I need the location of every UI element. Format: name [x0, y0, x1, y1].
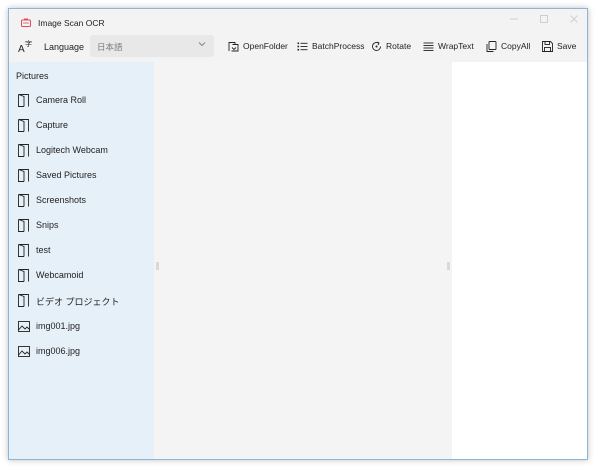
svg-text:字: 字 [25, 39, 32, 48]
sidebar-item-label: ビデオ プロジェクト [36, 297, 120, 307]
folder-open-icon [228, 41, 239, 51]
app-window: Image Scan OCR A 字 Language 日本語 OpenFold… [8, 8, 588, 460]
folder-icon [18, 168, 29, 182]
sidebar-item-label: Logitech Webcam [36, 145, 108, 155]
sidebar-item-label: Camera Roll [36, 95, 87, 105]
sidebar-item-saved-pictures[interactable]: Saved Pictures [9, 163, 154, 187]
list-icon [297, 42, 308, 50]
chevron-down-icon [198, 42, 206, 47]
close-button[interactable] [559, 9, 587, 29]
sidebar-item-label: img001.jpg [36, 321, 81, 331]
language-label: Language [44, 42, 85, 52]
folder-icon [18, 93, 29, 107]
sidebar-item-label: Snips [36, 220, 59, 230]
copy-all-label: CopyAll [501, 41, 531, 51]
toolbar: A 字 Language 日本語 OpenFolder BatchProcess [9, 35, 587, 62]
rotate-button[interactable]: Rotate [371, 37, 411, 55]
app-icon [21, 18, 31, 27]
sidebar-item-webcamoid[interactable]: Webcamoid [9, 263, 154, 287]
language-select[interactable]: 日本語 [90, 35, 214, 57]
sidebar-item-screenshots[interactable]: Screenshots [9, 188, 154, 212]
save-icon [542, 40, 553, 52]
rotate-icon [372, 41, 381, 51]
sidebar-item-label: img006.jpg [36, 346, 81, 356]
batch-process-label: BatchProcess [312, 41, 365, 51]
folder-icon [18, 243, 29, 257]
sidebar-item-img006[interactable]: img006.jpg [9, 339, 154, 363]
language-select-value: 日本語 [97, 42, 123, 52]
folder-icon [18, 218, 29, 232]
sidebar-item-video-project[interactable]: ビデオ プロジェクト [9, 288, 154, 312]
ocr-result-pane[interactable] [452, 62, 587, 459]
folder-icon [18, 293, 29, 307]
wrap-text-button[interactable]: WrapText [423, 37, 474, 55]
left-splitter-handle[interactable] [156, 262, 159, 270]
svg-text:A: A [18, 44, 25, 54]
maximize-button[interactable] [529, 9, 559, 29]
close-icon [570, 15, 578, 23]
folder-icon [18, 193, 29, 207]
maximize-icon [540, 15, 548, 23]
sidebar-item-logitech-webcam[interactable]: Logitech Webcam [9, 138, 154, 162]
save-label: Save [557, 41, 577, 51]
wrap-text-icon [423, 42, 434, 51]
file-tree-sidebar: Pictures Camera Roll Capture Logitech We… [9, 62, 154, 459]
image-icon [18, 320, 30, 332]
sidebar-item-img001[interactable]: img001.jpg [9, 314, 154, 338]
open-folder-button[interactable]: OpenFolder [228, 37, 288, 55]
sidebar-item-test[interactable]: test [9, 238, 154, 262]
sidebar-item-capture[interactable]: Capture [9, 113, 154, 137]
copy-all-button[interactable]: CopyAll [486, 37, 530, 55]
sidebar-item-label: Capture [36, 120, 69, 130]
sidebar-item-snips[interactable]: Snips [9, 213, 154, 237]
minimize-icon [510, 18, 518, 20]
folder-icon [18, 268, 29, 282]
image-preview-pane [154, 62, 452, 459]
folder-icon [18, 143, 29, 157]
minimize-button[interactable] [499, 9, 529, 29]
image-icon [18, 345, 30, 357]
right-splitter-handle[interactable] [447, 262, 450, 270]
sidebar-header: Pictures [16, 71, 49, 81]
language-icon: A 字 [18, 39, 32, 54]
sidebar-item-label: Screenshots [36, 195, 87, 205]
title-bar[interactable]: Image Scan OCR [9, 9, 587, 35]
wrap-text-label: WrapText [438, 41, 474, 51]
copy-icon [486, 40, 497, 52]
sidebar-item-label: Webcamoid [36, 270, 84, 280]
open-folder-label: OpenFolder [243, 41, 288, 51]
sidebar-item-camera-roll[interactable]: Camera Roll [9, 88, 154, 112]
sidebar-item-label: Saved Pictures [36, 170, 97, 180]
save-button[interactable]: Save [542, 37, 576, 55]
folder-icon [18, 118, 29, 132]
window-title: Image Scan OCR [38, 18, 105, 28]
rotate-label: Rotate [386, 41, 412, 51]
batch-process-button[interactable]: BatchProcess [297, 37, 364, 55]
sidebar-item-label: test [36, 245, 51, 255]
